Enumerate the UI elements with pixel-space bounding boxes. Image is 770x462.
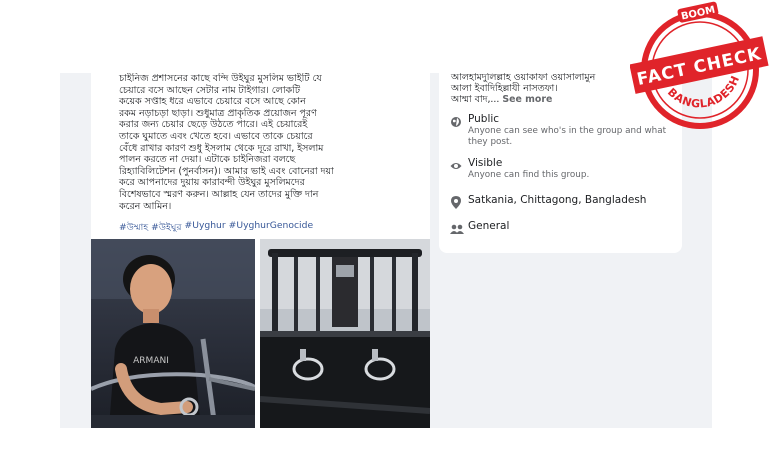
visibility-title: Visible	[468, 157, 503, 169]
detainee-photo[interactable]: ARMANI	[91, 239, 255, 428]
facebook-screenshot: চাইনিজ প্রশাসনের কাছে বন্দি উইঘুর মুসলিম…	[60, 73, 712, 428]
hashtag-uyghur-genocide[interactable]: #UyghurGenocide	[229, 220, 313, 235]
visibility-row: Visible Anyone can find this group.	[450, 157, 678, 181]
shirt-print: ARMANI	[133, 356, 169, 366]
people-icon	[450, 220, 468, 234]
fact-check-stamp-icon: BOOM FACT CHECK BANGLADESH	[629, 1, 769, 129]
post-text: চাইনিজ প্রশাসনের কাছে বন্দি উইঘুর মুসলিম…	[119, 73, 334, 212]
hashtag-list: #উম্মাহ #উইঘুর #Uyghur #UyghurGenocide	[119, 220, 419, 235]
location-row: Satkania, Chittagong, Bangladesh	[450, 194, 678, 209]
restraint-chair-illustration	[260, 239, 430, 428]
visibility-description: Anyone can find this group.	[468, 170, 590, 180]
hashtag-uyghur-bn[interactable]: #উইঘুর	[151, 220, 181, 235]
location-text[interactable]: Satkania, Chittagong, Bangladesh	[468, 194, 678, 207]
see-more-link[interactable]: See more	[502, 94, 552, 105]
globe-icon	[450, 113, 468, 127]
detainee-illustration: ARMANI	[91, 239, 255, 428]
hashtag-uyghur[interactable]: #Uyghur	[185, 220, 226, 235]
badge-top-text: BOOM	[680, 5, 716, 23]
fact-check-badge: BOOM FACT CHECK BANGLADESH	[629, 0, 770, 140]
restraint-chair-photo[interactable]	[260, 239, 430, 428]
eye-icon	[450, 157, 468, 171]
category-row: General	[450, 220, 678, 234]
category-text: General	[468, 220, 510, 232]
location-pin-icon	[450, 194, 468, 209]
hashtag-ummah[interactable]: #উম্মাহ	[119, 220, 148, 235]
